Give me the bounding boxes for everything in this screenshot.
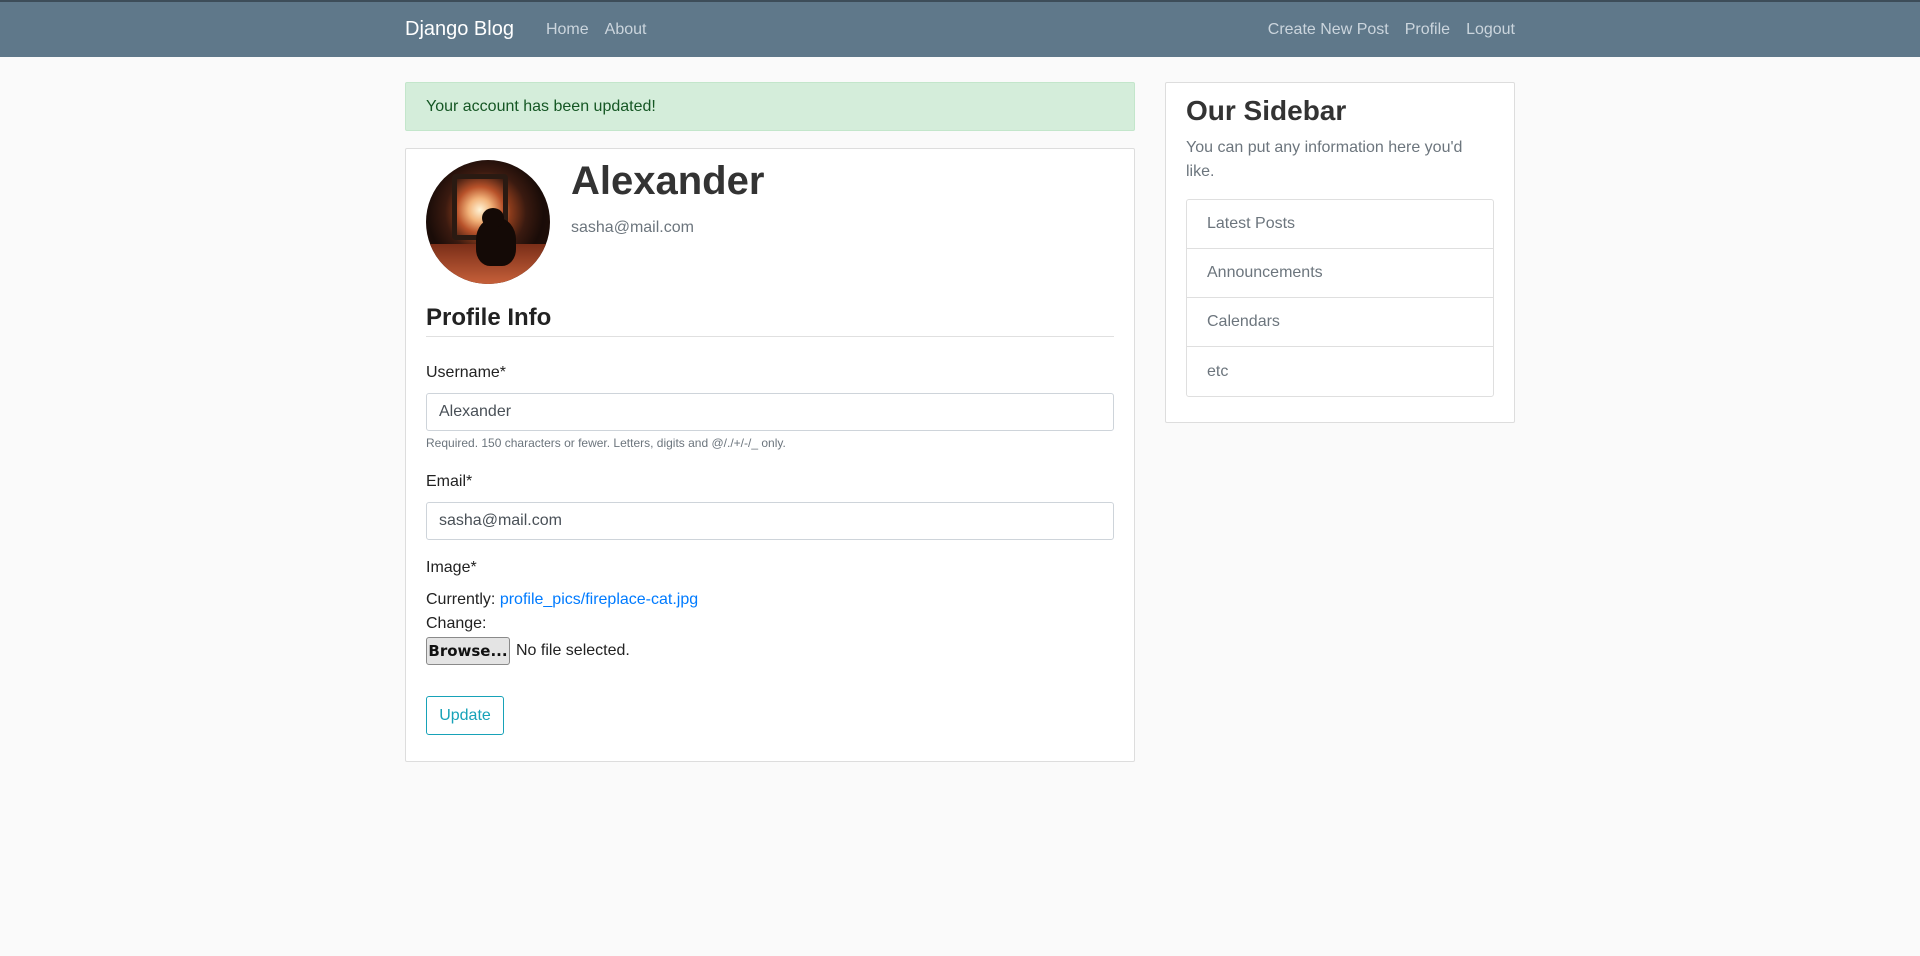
email-input[interactable] <box>426 502 1114 540</box>
brand-link[interactable]: Django Blog <box>405 18 514 41</box>
username-help-text: Required. 150 characters or fewer. Lette… <box>426 436 786 450</box>
navbar: Django Blog Home About Create New Post P… <box>0 0 1920 57</box>
navbar-right: Create New Post Profile Logout <box>1252 21 1515 39</box>
update-button[interactable]: Update <box>426 696 504 735</box>
sidebar-item-announcements[interactable]: Announcements <box>1187 249 1493 298</box>
sidebar-item-etc[interactable]: etc <box>1187 347 1493 396</box>
currently-label: Currently: <box>426 591 496 608</box>
avatar-cat-head <box>482 208 504 228</box>
profile-email: sasha@mail.com <box>571 219 694 236</box>
nav-link-create-post[interactable]: Create New Post <box>1268 21 1389 39</box>
browse-button[interactable]: Browse... <box>426 637 510 665</box>
sidebar: Our Sidebar You can put any information … <box>1165 82 1515 423</box>
image-label: Image* <box>426 559 477 576</box>
profile-name: Alexander <box>571 159 765 203</box>
sidebar-item-calendars[interactable]: Calendars <box>1187 298 1493 347</box>
avatar <box>426 160 550 284</box>
sidebar-title: Our Sidebar <box>1186 95 1347 126</box>
sidebar-item-latest-posts[interactable]: Latest Posts <box>1187 200 1493 249</box>
nav-link-profile[interactable]: Profile <box>1405 21 1450 39</box>
username-label: Username* <box>426 364 507 381</box>
no-file-text: No file selected. <box>516 642 630 659</box>
username-input[interactable] <box>426 393 1114 431</box>
success-alert: Your account has been updated! <box>405 82 1135 131</box>
current-image-link[interactable]: profile_pics/fireplace-cat.jpg <box>500 591 698 608</box>
email-label: Email* <box>426 473 473 490</box>
navbar-inner: Django Blog Home About Create New Post P… <box>405 2 1515 57</box>
nav-link-logout[interactable]: Logout <box>1466 21 1515 39</box>
section-title: Profile Info <box>426 304 1114 337</box>
change-label: Change: <box>426 615 487 632</box>
current-image-row: Currently: profile_pics/fireplace-cat.jp… <box>426 591 698 609</box>
nav-link-about[interactable]: About <box>605 21 647 39</box>
profile-card: Alexander sasha@mail.com Profile Info Us… <box>405 148 1135 762</box>
sidebar-list: Latest Posts Announcements Calendars etc <box>1186 199 1494 397</box>
nav-link-home[interactable]: Home <box>546 21 589 39</box>
sidebar-text: You can put any information here you'd l… <box>1186 139 1463 180</box>
